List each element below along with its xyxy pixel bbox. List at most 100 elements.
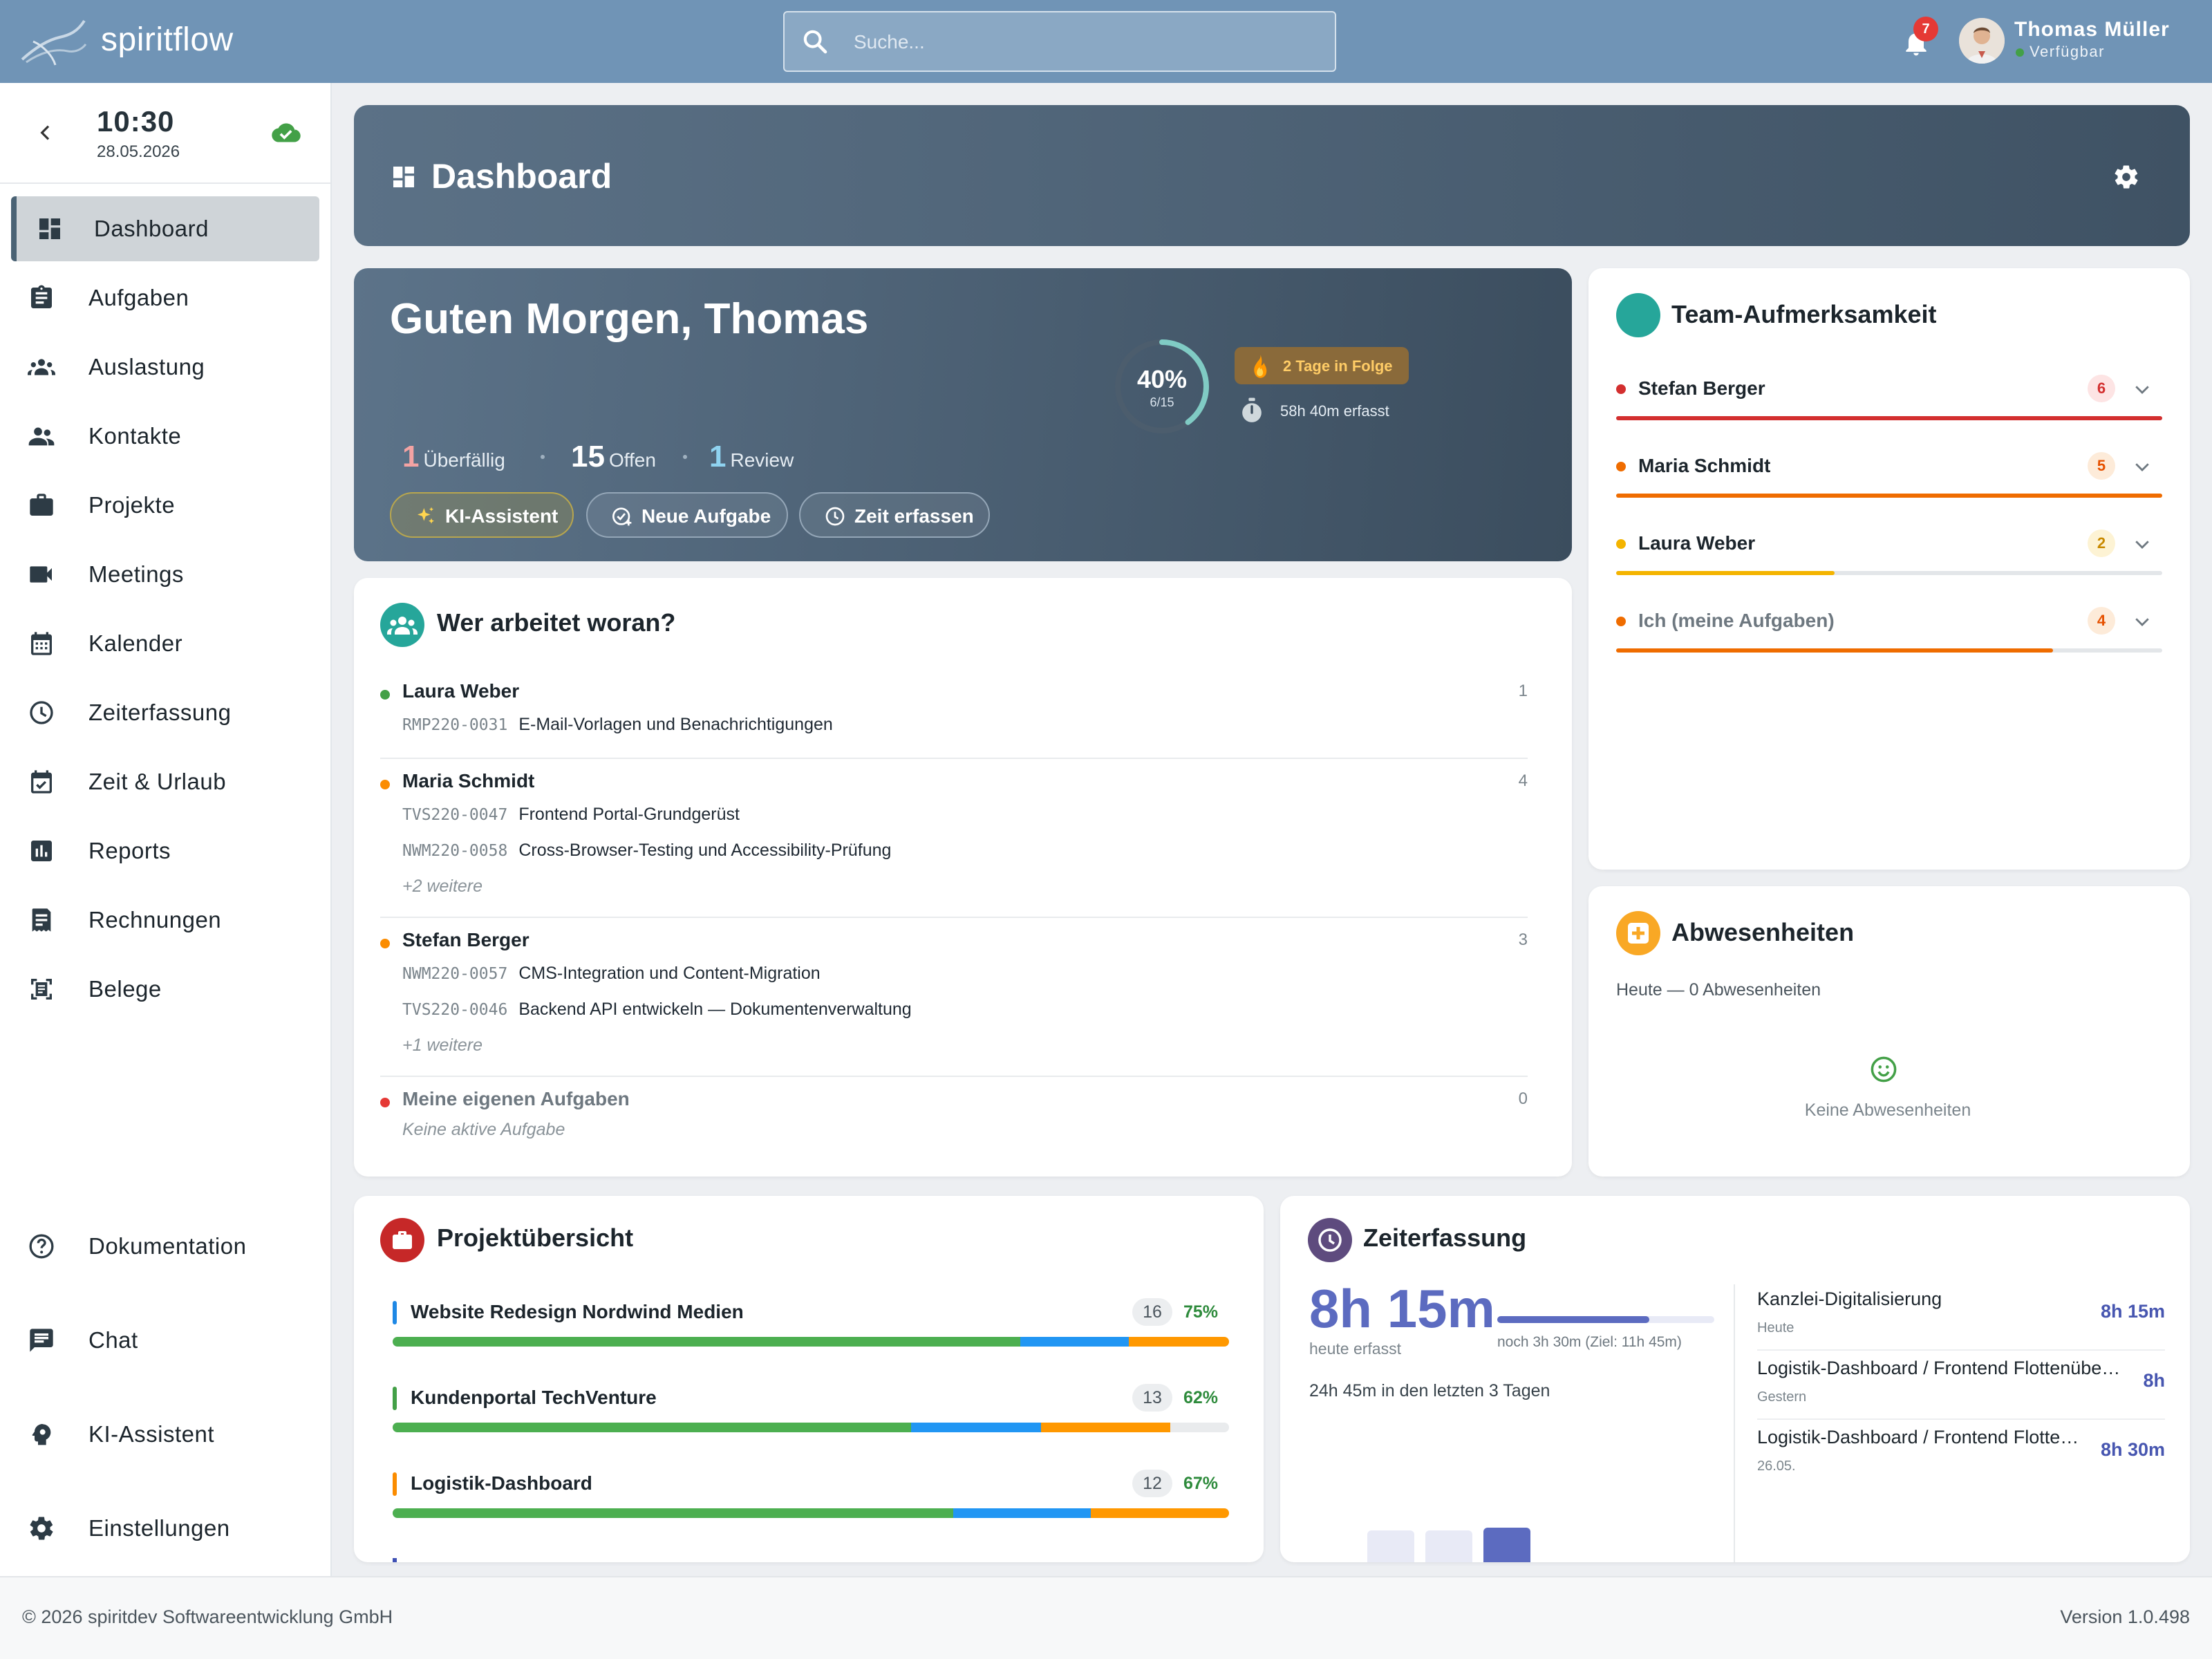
- search-input[interactable]: [854, 26, 1310, 58]
- projects-title: Projektübersicht: [437, 1224, 634, 1252]
- sidebar-item-label: Kontakte: [88, 423, 182, 449]
- attention-bar-fill: [1616, 648, 2053, 653]
- sidebar-item-einstellungen[interactable]: Einstellungen: [11, 1496, 319, 1561]
- briefcase-icon: [380, 1218, 424, 1262]
- project-progress-bar: [393, 1337, 1229, 1347]
- entry-duration: 8h: [2143, 1370, 2165, 1391]
- sidebar-item-kontakte[interactable]: Kontakte: [11, 404, 319, 469]
- sidebar-item-meetings[interactable]: Meetings: [11, 542, 319, 607]
- track-time-button[interactable]: Zeit erfassen: [799, 492, 990, 538]
- task-item[interactable]: NWM220-0057 CMS-Integration und Content-M…: [402, 964, 821, 984]
- fire-icon: [1254, 355, 1267, 378]
- time-entry[interactable]: Logistik-Dashboard / Frontend Flottenübe…: [1757, 1353, 2165, 1423]
- chevron-down-icon[interactable]: [2132, 456, 2153, 477]
- task-item[interactable]: NWM220-0058 Cross-Browser-Testing und Acc…: [402, 841, 891, 861]
- progress-segment-review: [1128, 1337, 1229, 1347]
- sidebar-item-dokumentation[interactable]: Dokumentation: [11, 1214, 319, 1279]
- attention-row-maria-schmidt[interactable]: Maria Schmidt 5: [1616, 445, 2162, 507]
- attention-bar-fill: [1616, 416, 2162, 420]
- chevron-left-icon[interactable]: [35, 122, 57, 144]
- sidebar-item-ki-assistent[interactable]: KI-Assistent: [11, 1402, 319, 1467]
- time-entry[interactable]: Kanzlei-Digitalisierung Heute 8h 15m: [1757, 1284, 2165, 1353]
- ai-assistant-button[interactable]: KI-Assistent: [390, 492, 574, 538]
- stat-open[interactable]: 15 Offen: [571, 440, 656, 474]
- task-code: RMP220-0031: [402, 716, 508, 734]
- sidebar-item-dashboard[interactable]: Dashboard: [11, 196, 319, 261]
- goal-text: noch 3h 30m (Ziel: 11h 45m): [1497, 1334, 1682, 1350]
- stat-value: 15: [571, 440, 605, 474]
- calendar-check-icon: [31, 770, 52, 794]
- greeting-title: Guten Morgen, Thomas: [390, 295, 869, 343]
- progress-segment-review: [1040, 1423, 1171, 1432]
- sidebar-item-auslastung[interactable]: Auslastung: [11, 335, 319, 400]
- calendar-icon: [31, 632, 52, 655]
- team-attention-card: Team-Aufmerksamkeit Stefan Berger 6 Mari…: [1588, 268, 2190, 870]
- footer: © 2026 spiritdev Softwareentwicklung Gmb…: [0, 1576, 2212, 1659]
- stat-review[interactable]: 1 Review: [709, 440, 794, 474]
- task-title: CMS-Integration und Content-Migration: [518, 964, 821, 983]
- time-entry[interactable]: Logistik-Dashboard / Frontend Flottenübe…: [1757, 1423, 2165, 1492]
- sidebar-item-projekte[interactable]: Projekte: [11, 473, 319, 538]
- project-row[interactable]: Logistik-Dashboard 12 67%: [393, 1470, 1229, 1535]
- sidebar-item-belege[interactable]: Belege: [11, 957, 319, 1022]
- divider: [1734, 1284, 1735, 1562]
- attention-bar: [1616, 494, 2162, 498]
- status-dot: [1616, 617, 1626, 626]
- online-status-dot: [2016, 48, 2024, 57]
- logo-icon: [21, 19, 87, 66]
- sidebar-item-label: Meetings: [88, 561, 184, 587]
- attention-row-stefan-berger[interactable]: Stefan Berger 6: [1616, 368, 2162, 430]
- attention-row-own[interactable]: Ich (meine Aufgaben) 4: [1616, 600, 2162, 662]
- sidebar-item-zeit-urlaub[interactable]: Zeit & Urlaub: [11, 749, 319, 814]
- sidebar-item-label: Rechnungen: [88, 907, 222, 932]
- project-row[interactable]: Kundenportal TechVenture 13 62%: [393, 1384, 1229, 1449]
- sparkle-icon: [418, 507, 434, 524]
- clipboard-icon: [31, 285, 52, 308]
- clock-icon: [1308, 1218, 1352, 1262]
- task-count: 4: [1518, 771, 1528, 790]
- search-box[interactable]: [783, 11, 1336, 72]
- brand-name[interactable]: spiritflow: [101, 21, 234, 59]
- sidebar-item-aufgaben[interactable]: Aufgaben: [11, 265, 319, 330]
- stat-value: 1: [402, 440, 420, 474]
- stat-overdue[interactable]: 1 Überfällig: [402, 440, 505, 474]
- attention-row-laura-weber[interactable]: Laura Weber 2: [1616, 523, 2162, 585]
- task-item[interactable]: TVS220-0046 Backend API entwickeln — Doku…: [402, 1000, 912, 1020]
- divider: [380, 758, 1528, 759]
- team-icon: [380, 603, 424, 647]
- settings-icon[interactable]: [2112, 163, 2140, 191]
- dashboard-header: Dashboard: [354, 105, 2190, 246]
- divider: [1757, 1349, 2165, 1351]
- project-row[interactable]: Website Redesign Nordwind Medien 16 75%: [393, 1298, 1229, 1363]
- medical-cross-icon: [1616, 911, 1660, 955]
- stat-separator: [683, 455, 687, 459]
- new-task-button[interactable]: Neue Aufgabe: [586, 492, 788, 538]
- project-progress-bar: [393, 1508, 1229, 1518]
- sidebar-item-label: Kalender: [88, 630, 183, 656]
- project-progress-bar: [393, 1423, 1229, 1432]
- sidebar-item-zeiterfassung[interactable]: Zeiterfassung: [11, 680, 319, 745]
- user-name[interactable]: Thomas Müller: [2014, 18, 2170, 41]
- avatar[interactable]: [1959, 18, 2005, 64]
- task-count: 3: [1518, 930, 1528, 949]
- people-icon: [28, 427, 55, 446]
- sidebar-item-chat[interactable]: Chat: [11, 1308, 319, 1373]
- sidebar-item-rechnungen[interactable]: Rechnungen: [11, 888, 319, 953]
- entry-title: Logistik-Dashboard / Frontend Flottenübe…: [1757, 1358, 2124, 1378]
- more-tasks-link[interactable]: +2 weitere: [402, 877, 482, 897]
- task-item[interactable]: TVS220-0047 Frontend Portal-Grundgerüst: [402, 805, 740, 825]
- version: Version 1.0.498: [2060, 1606, 2190, 1627]
- status-dot: [380, 690, 390, 700]
- sidebar-item-kalender[interactable]: Kalender: [11, 611, 319, 676]
- dashboard-icon: [393, 167, 414, 187]
- streak-label: 2 Tage in Folge: [1283, 357, 1393, 375]
- sidebar-item-reports[interactable]: Reports: [11, 818, 319, 883]
- chevron-down-icon[interactable]: [2132, 611, 2153, 632]
- who-works-title: Wer arbeitet woran?: [437, 608, 676, 637]
- person-name: Laura Weber: [402, 680, 520, 702]
- chevron-down-icon[interactable]: [2132, 379, 2153, 400]
- more-tasks-link[interactable]: +1 weitere: [402, 1035, 482, 1056]
- task-item[interactable]: RMP220-0031 E-Mail-Vorlagen und Benachric…: [402, 715, 833, 735]
- chevron-down-icon[interactable]: [2132, 534, 2153, 554]
- project-color-marker: [393, 1558, 397, 1562]
